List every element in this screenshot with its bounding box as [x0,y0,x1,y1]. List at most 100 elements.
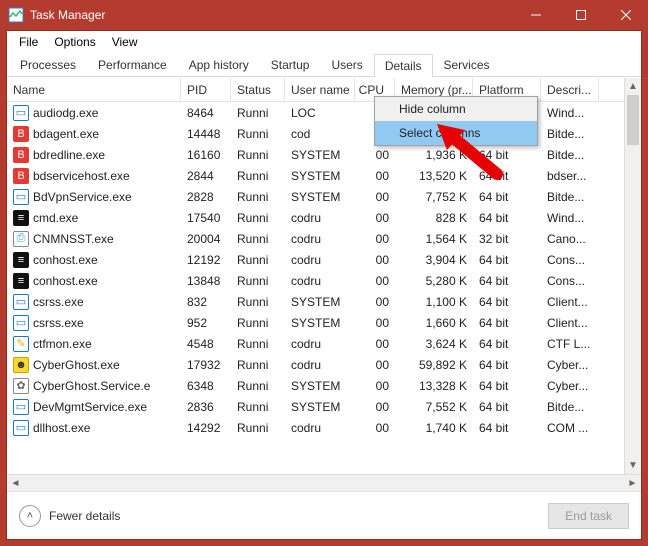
process-pid: 17932 [181,358,231,372]
column-header-status[interactable]: Status [231,78,285,101]
process-platform: 64 bit [473,274,541,288]
process-status: Runni [231,148,285,162]
table-row[interactable]: ▭csrss.exe832RunniSYSTEM001,100 K64 bitC… [7,291,641,312]
process-platform: 64 bit [473,190,541,204]
table-row[interactable]: ▭audiodg.exe8464RunniLOC0 K64 bitWind... [7,102,641,123]
menu-file[interactable]: File [11,33,46,51]
table-row[interactable]: ▭BdVpnService.exe2828RunniSYSTEM007,752 … [7,186,641,207]
process-platform: 64 bit [473,400,541,414]
process-pid: 14292 [181,421,231,435]
table-row[interactable]: ✿CyberGhost.Service.e6348RunniSYSTEM0013… [7,375,641,396]
end-task-button[interactable]: End task [548,503,629,529]
tab-processes[interactable]: Processes [9,53,87,76]
scroll-right-icon[interactable]: ► [624,475,641,491]
process-memory: 13,328 K [395,379,473,393]
client-area: File Options View Processes Performance … [6,30,642,540]
tab-users[interactable]: Users [320,53,373,76]
process-platform: 64 bit [473,421,541,435]
ctx-hide-column[interactable]: Hide column [375,97,537,121]
process-platform: 64 bit [473,316,541,330]
process-cpu: 00 [355,253,395,267]
process-user: SYSTEM [285,148,355,162]
fewer-details-button[interactable]: ˄ Fewer details [19,505,120,527]
table-row[interactable]: ▭dllhost.exe14292Runnicodru001,740 K64 b… [7,417,641,438]
process-status: Runni [231,358,285,372]
menu-view[interactable]: View [104,33,146,51]
process-user: codru [285,211,355,225]
close-button[interactable] [603,0,648,30]
process-status: Runni [231,400,285,414]
process-name: CNMNSST.exe [33,232,114,246]
process-description: Wind... [541,106,599,120]
table-row[interactable]: Bbdagent.exe14448Runnicod8 K64 bitBitde.… [7,123,641,144]
scroll-left-icon[interactable]: ◄ [7,475,24,491]
table-row[interactable]: ⎙CNMNSST.exe20004Runnicodru001,564 K32 b… [7,228,641,249]
process-user: codru [285,253,355,267]
process-cpu: 00 [355,316,395,330]
tab-app-history[interactable]: App history [178,53,260,76]
table-row[interactable]: Bbdservicehost.exe2844RunniSYSTEM0013,52… [7,165,641,186]
table-row[interactable]: ▭csrss.exe952RunniSYSTEM001,660 K64 bitC… [7,312,641,333]
process-status: Runni [231,232,285,246]
process-description: COM ... [541,421,599,435]
process-platform: 64 bit [473,337,541,351]
minimize-button[interactable] [513,0,558,30]
scroll-thumb[interactable] [627,95,639,145]
process-pid: 6348 [181,379,231,393]
process-icon: ▭ [13,315,29,331]
column-header-description[interactable]: Descri... [541,78,599,101]
process-description: CTF L... [541,337,599,351]
process-user: SYSTEM [285,190,355,204]
process-pid: 8464 [181,106,231,120]
process-status: Runni [231,316,285,330]
scroll-up-icon[interactable]: ▲ [625,78,641,95]
table-row[interactable]: ✎ctfmon.exe4548Runnicodru003,624 K64 bit… [7,333,641,354]
process-name: ctfmon.exe [33,337,92,351]
vertical-scrollbar[interactable]: ▲ ▼ [624,78,641,474]
tab-startup[interactable]: Startup [260,53,321,76]
process-description: Cons... [541,253,599,267]
process-icon: ⎙ [13,231,29,247]
process-status: Runni [231,169,285,183]
table-row[interactable]: ▭DevMgmtService.exe2836RunniSYSTEM007,55… [7,396,641,417]
process-pid: 12192 [181,253,231,267]
process-pid: 2828 [181,190,231,204]
tab-details[interactable]: Details [374,54,433,77]
table-row[interactable]: ≡conhost.exe12192Runnicodru003,904 K64 b… [7,249,641,270]
maximize-button[interactable] [558,0,603,30]
process-status: Runni [231,106,285,120]
process-name: bdredline.exe [33,148,105,162]
process-pid: 16160 [181,148,231,162]
titlebar[interactable]: Task Manager [0,0,648,30]
menu-options[interactable]: Options [46,33,103,51]
tab-performance[interactable]: Performance [87,53,178,76]
process-pid: 832 [181,295,231,309]
table-row[interactable]: Bbdredline.exe16160RunniSYSTEM001,936 K6… [7,144,641,165]
process-memory: 1,564 K [395,232,473,246]
window-title: Task Manager [30,8,105,22]
table-row[interactable]: ☻CyberGhost.exe17932Runnicodru0059,892 K… [7,354,641,375]
process-description: Cano... [541,232,599,246]
process-description: Cyber... [541,358,599,372]
process-cpu: 00 [355,295,395,309]
process-status: Runni [231,253,285,267]
column-header-name[interactable]: Name [7,78,181,101]
process-pid: 4548 [181,337,231,351]
maximize-icon [576,10,586,20]
process-name: BdVpnService.exe [33,190,132,204]
horizontal-scrollbar[interactable]: ◄ ► [7,474,641,491]
column-header-pid[interactable]: PID [181,78,231,101]
scroll-down-icon[interactable]: ▼ [625,457,641,474]
process-cpu: 00 [355,379,395,393]
tabs: Processes Performance App history Startu… [7,51,641,77]
process-memory: 828 K [395,211,473,225]
tab-services[interactable]: Services [433,53,501,76]
table-row[interactable]: ≡cmd.exe17540Runnicodru00828 K64 bitWind… [7,207,641,228]
column-header-user[interactable]: User name [285,78,355,101]
table-row[interactable]: ≡conhost.exe13848Runnicodru005,280 K64 b… [7,270,641,291]
process-pid: 17540 [181,211,231,225]
process-platform: 64 bit [473,358,541,372]
process-name: bdagent.exe [33,127,99,141]
process-icon: ▭ [13,189,29,205]
process-user: SYSTEM [285,379,355,393]
